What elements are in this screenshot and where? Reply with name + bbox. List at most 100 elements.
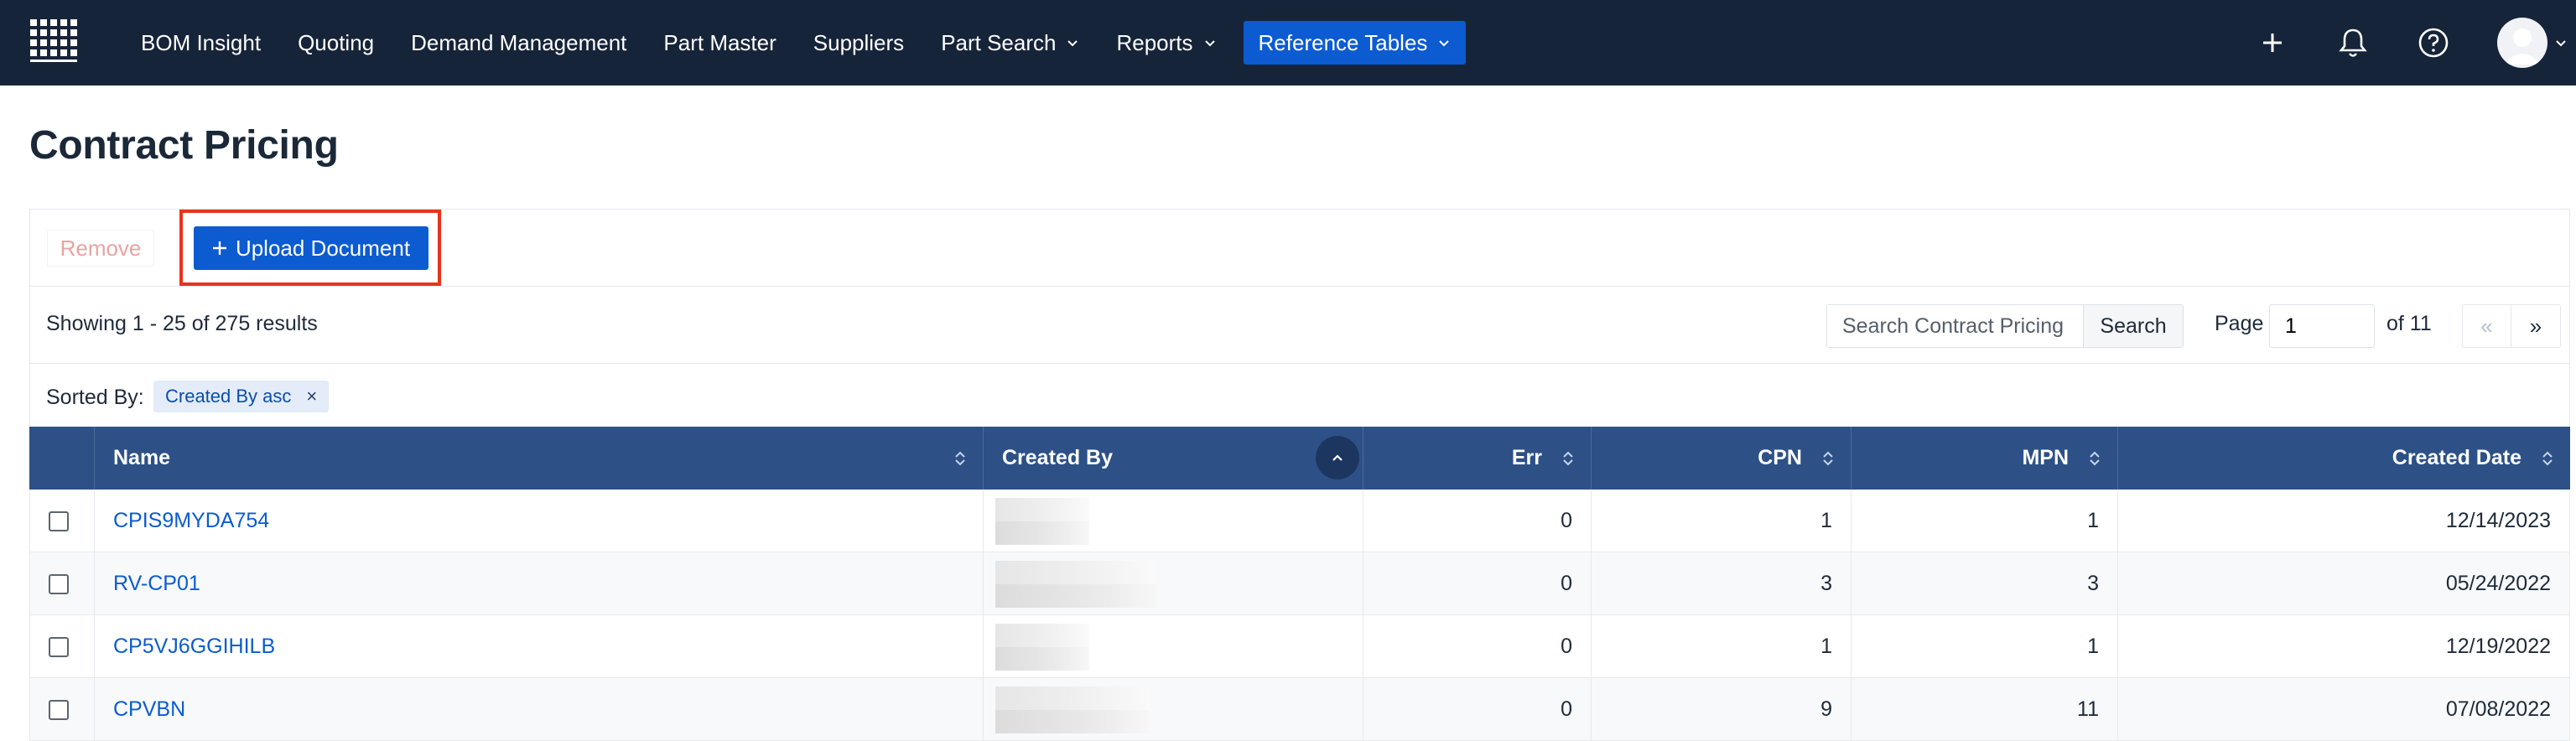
err-cell: 0 [1363, 615, 1592, 678]
redacted-user [995, 686, 1150, 733]
main-nav: BOM Insight Quoting Demand Management Pa… [122, 0, 1467, 86]
nav-reference-tables[interactable]: Reference Tables [1243, 21, 1467, 65]
cpn-cell: 1 [1592, 615, 1852, 678]
user-menu[interactable] [2497, 18, 2568, 68]
add-button[interactable] [2256, 26, 2289, 60]
sorted-by-label: Sorted By: [46, 386, 144, 409]
avatar [2497, 18, 2547, 68]
nav-part-master[interactable]: Part Master [645, 21, 794, 65]
column-created-date[interactable]: Created Date [2118, 427, 2570, 490]
upload-document-button[interactable]: Upload Document [194, 226, 428, 270]
sort-icon [1823, 451, 1833, 466]
row-checkbox[interactable] [49, 699, 69, 720]
contract-link[interactable]: CPIS9MYDA754 [113, 509, 269, 533]
prev-page-button[interactable]: « [2463, 305, 2511, 347]
search-input[interactable] [1827, 305, 2084, 347]
nav-part-search[interactable]: Part Search [922, 21, 1098, 65]
mpn-cell: 1 [1852, 490, 2118, 552]
sort-icon [2542, 451, 2553, 466]
created-by-cell [984, 678, 1363, 741]
chevron-down-icon [1067, 40, 1078, 47]
row-checkbox[interactable] [49, 510, 69, 531]
chevron-down-icon [1439, 40, 1450, 47]
mpn-cell: 1 [1852, 615, 2118, 678]
created-date-cell: 07/08/2022 [2118, 678, 2570, 741]
sort-chip-close-icon[interactable]: × [306, 386, 317, 407]
remove-button[interactable]: Remove [47, 230, 154, 267]
column-name[interactable]: Name [95, 427, 984, 490]
notifications-button[interactable] [2336, 26, 2370, 60]
column-mpn[interactable]: MPN [1852, 427, 2118, 490]
created-date-cell: 12/19/2022 [2118, 615, 2570, 678]
pagination: « » [2462, 304, 2561, 348]
created-by-cell [984, 615, 1363, 678]
table-row: RV-CP01 0 3 3 05/24/2022 [29, 552, 2570, 615]
contract-link[interactable]: RV-CP01 [113, 572, 200, 596]
name-cell: RV-CP01 [95, 552, 984, 615]
row-checkbox[interactable] [49, 636, 69, 657]
app-grid-logo-icon[interactable] [29, 18, 79, 65]
table-row: CPIS9MYDA754 0 1 1 12/14/2023 [29, 490, 2570, 552]
row-select-cell [29, 490, 95, 552]
mpn-cell: 3 [1852, 552, 2118, 615]
results-bar: Showing 1 - 25 of 275 results Search Pag… [30, 287, 2569, 364]
sort-bar: Sorted By: Created By asc × [30, 364, 2569, 428]
table-row: CP5VJ6GGIHILB 0 1 1 12/19/2022 [29, 615, 2570, 678]
nav-suppliers[interactable]: Suppliers [795, 21, 922, 65]
bell-icon [2339, 28, 2367, 57]
mpn-cell: 11 [1852, 678, 2118, 741]
nav-demand-management[interactable]: Demand Management [392, 21, 645, 65]
nav-reports[interactable]: Reports [1098, 21, 1234, 65]
chevron-down-icon [2556, 40, 2566, 47]
created-by-cell [984, 552, 1363, 615]
err-cell: 0 [1363, 678, 1592, 741]
page-total: of 11 [2386, 312, 2432, 335]
list-panel: Remove Upload Document Showing 1 - 25 of… [29, 209, 2570, 427]
err-cell: 0 [1363, 490, 1592, 552]
redacted-user [995, 497, 1089, 545]
column-err[interactable]: Err [1363, 427, 1592, 490]
cpn-cell: 1 [1592, 490, 1852, 552]
contract-link[interactable]: CP5VJ6GGIHILB [113, 635, 275, 659]
redacted-user [995, 560, 1156, 608]
search-group: Search [1826, 304, 2184, 348]
err-cell: 0 [1363, 552, 1592, 615]
results-summary: Showing 1 - 25 of 275 results [46, 312, 318, 335]
sort-asc-indicator[interactable] [1316, 436, 1359, 479]
contract-pricing-table: Name Created By Err CPN MPN Created Date [29, 427, 2570, 741]
nav-quoting[interactable]: Quoting [279, 21, 392, 65]
page-number-input[interactable] [2269, 304, 2375, 348]
redacted-user [995, 623, 1089, 671]
cpn-cell: 9 [1592, 678, 1852, 741]
toolbar: Remove Upload Document [30, 210, 2569, 287]
search-button[interactable]: Search [2084, 305, 2183, 347]
page-label: Page [2215, 312, 2264, 335]
top-navbar: BOM Insight Quoting Demand Management Pa… [0, 0, 2576, 86]
help-circle-icon [2418, 28, 2449, 58]
created-date-cell: 12/14/2023 [2118, 490, 2570, 552]
cpn-cell: 3 [1592, 552, 1852, 615]
sort-icon [955, 451, 965, 466]
created-by-cell [984, 490, 1363, 552]
plus-icon [212, 241, 226, 255]
name-cell: CP5VJ6GGIHILB [95, 615, 984, 678]
chevron-down-icon [1204, 40, 1215, 47]
nav-bom-insight[interactable]: BOM Insight [122, 21, 279, 65]
nav-actions [2256, 0, 2576, 86]
table-row: CPVBN 0 9 11 07/08/2022 [29, 678, 2570, 741]
select-all-column [29, 427, 95, 490]
row-select-cell [29, 552, 95, 615]
contract-link[interactable]: CPVBN [113, 697, 185, 722]
column-cpn[interactable]: CPN [1592, 427, 1852, 490]
page-title: Contract Pricing [29, 123, 339, 168]
user-silhouette-icon [2504, 28, 2541, 65]
created-date-cell: 05/24/2022 [2118, 552, 2570, 615]
column-created-by[interactable]: Created By [984, 427, 1363, 490]
row-select-cell [29, 678, 95, 741]
sort-icon [1563, 451, 1573, 466]
help-button[interactable] [2417, 26, 2450, 60]
row-checkbox[interactable] [49, 573, 69, 594]
next-page-button[interactable]: » [2511, 305, 2560, 347]
chevron-up-icon [1332, 454, 1343, 461]
sort-chip-label: Created By asc [165, 386, 292, 407]
